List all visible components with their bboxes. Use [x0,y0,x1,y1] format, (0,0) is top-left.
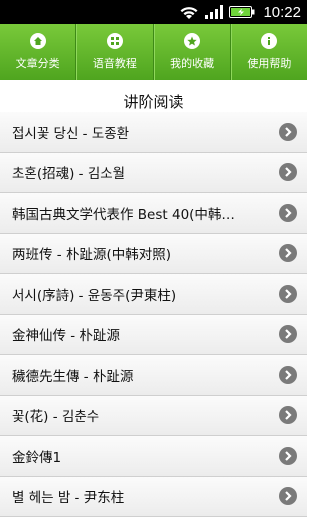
list-item-label: 金鈴傳1 [12,446,61,466]
tab-label: 我的收藏 [170,55,214,71]
status-time: 10:22 [263,4,301,21]
chevron-right-icon [279,487,297,505]
tab-help[interactable]: 使用帮助 [231,24,307,80]
list-item[interactable]: 별 헤는 밤 - 尹东柱 [0,477,307,517]
tab-audio-tutorials[interactable]: 语音教程 [76,24,153,80]
chevron-right-icon [279,285,297,303]
signal-icon [205,5,223,19]
list-item[interactable]: 韩国古典文学代表作 Best 40(中韩… [0,193,307,234]
chevron-right-icon [279,123,297,141]
chevron-right-icon [279,447,297,465]
list-item[interactable]: 两班传 - 朴趾源(中韩对照) [0,234,307,275]
list-item[interactable]: 金神仙传 - 朴趾源 [0,315,307,356]
list-item-label: 韩国古典文学代表作 Best 40(中韩… [12,203,235,223]
list-item-label: 접시꽃 당신 - 도종환 [12,122,129,142]
chevron-right-icon [279,406,297,424]
list-item-label: 穢德先生傳 - 朴趾源 [12,365,133,385]
tab-label: 文章分类 [16,55,60,71]
info-icon [261,33,277,49]
list-item[interactable]: 꽃(花) - 김춘수 [0,396,307,437]
battery-icon [229,6,255,18]
list-item-label: 초혼(招魂) - 김소월 [12,162,125,182]
list-item-label: 两班传 - 朴趾源(中韩对照) [12,243,171,263]
list-item[interactable]: 서시(序詩) - 윤동주(尹東柱) [0,274,307,315]
chevron-right-icon [279,163,297,181]
chevron-right-icon [279,366,297,384]
wifi-icon [179,4,199,20]
chevron-right-icon [279,244,297,262]
list-item[interactable]: 金鈴傳1 [0,436,307,477]
home-icon [30,33,46,49]
tab-article-categories[interactable]: 文章分类 [0,24,76,80]
list-item-label: 별 헤는 밤 - 尹东柱 [12,486,124,506]
list-item-label: 꽃(花) - 김춘수 [12,405,99,425]
list-item[interactable]: 접시꽃 당신 - 도종환 [0,112,307,153]
tab-my-favorites[interactable]: 我的收藏 [154,24,231,80]
star-icon [184,33,200,49]
grid-icon [107,33,123,49]
tab-label: 使用帮助 [247,55,291,71]
chevron-right-icon [279,325,297,343]
tab-label: 语音教程 [93,55,137,71]
list-item[interactable]: 초혼(招魂) - 김소월 [0,153,307,194]
status-bar: 10:22 [0,0,307,24]
chevron-right-icon [279,204,297,222]
article-list: 접시꽃 당신 - 도종환 초혼(招魂) - 김소월 韩国古典文学代表作 Best… [0,112,307,517]
section-title: 讲阶阅读 [0,80,307,114]
list-item-label: 서시(序詩) - 윤동주(尹東柱) [12,284,176,304]
list-item-label: 金神仙传 - 朴趾源 [12,324,120,344]
list-item[interactable]: 穢德先生傳 - 朴趾源 [0,355,307,396]
tab-bar: 文章分类 语音教程 我的收藏 使用帮助 [0,24,307,80]
